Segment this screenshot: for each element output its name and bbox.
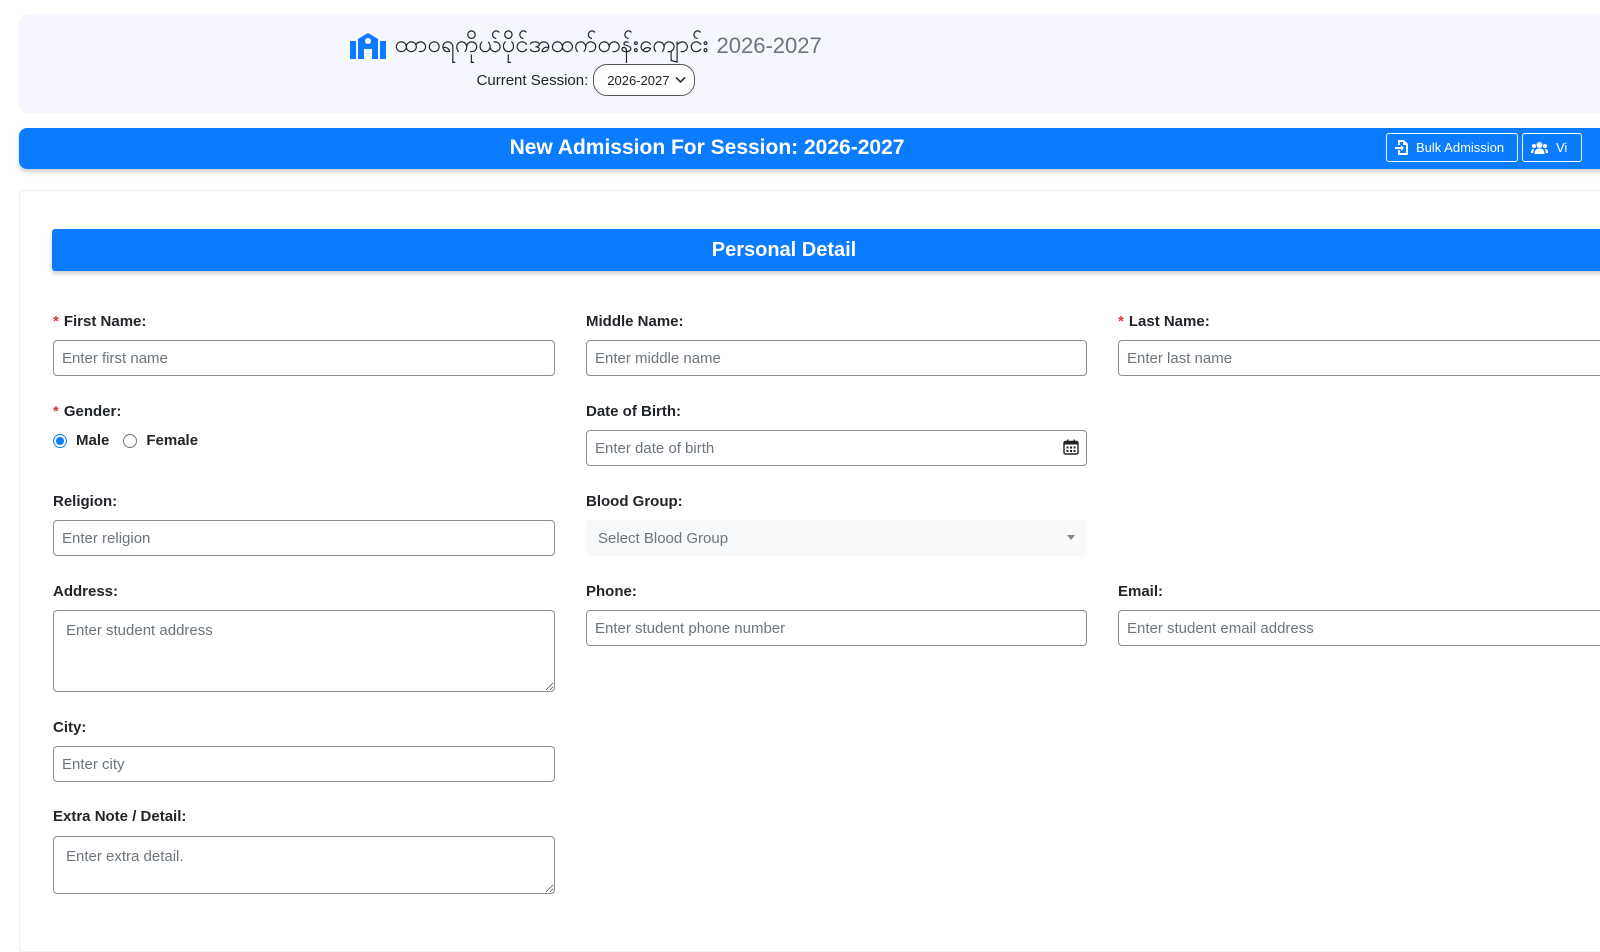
dob-input[interactable] <box>586 430 1087 466</box>
address-label: Address: <box>53 583 119 600</box>
last-name-label-text: Last Name: <box>1128 313 1210 330</box>
email-input[interactable] <box>1118 610 1600 646</box>
school-name: ထာဝရကိုယ်ပိုင်အထက်တန်းကျောင်း <box>394 30 709 58</box>
phone-input[interactable] <box>586 610 1087 646</box>
phone-label: Phone: <box>586 583 637 600</box>
religion-input[interactable] <box>53 520 555 556</box>
female-radio[interactable] <box>123 433 138 448</box>
first-name-label-text: First Name: <box>63 313 147 330</box>
section-title: Personal Detail <box>711 239 857 261</box>
last-name-label: * Last Name: <box>1118 313 1210 330</box>
session-select[interactable]: 2026-2027 <box>593 64 696 96</box>
male-label: Male <box>76 432 110 449</box>
middle-name-input[interactable] <box>586 340 1087 376</box>
session-select-value: 2026-2027 <box>607 72 670 88</box>
view-students-button[interactable]: Vi <box>1522 133 1582 162</box>
chevron-down-icon <box>675 76 687 84</box>
gender-female-option[interactable]: Female <box>123 432 198 449</box>
required-marker: * <box>53 403 59 420</box>
gender-radio-group: Male Female <box>53 432 212 449</box>
current-session-label: Current Session: <box>476 71 589 89</box>
required-marker: * <box>53 313 59 330</box>
city-label: City: <box>53 719 87 736</box>
gender-male-option[interactable]: Male <box>53 432 109 449</box>
view-students-label: Vi <box>1556 140 1568 155</box>
dob-label: Date of Birth: <box>586 403 681 420</box>
school-icon <box>350 33 387 59</box>
extra-note-label: Extra Note / Detail: <box>53 808 187 825</box>
bulk-admission-button[interactable]: Bulk Admission <box>1386 133 1518 162</box>
gender-label-text: Gender: <box>63 403 122 420</box>
middle-name-label: Middle Name: <box>586 313 684 330</box>
email-label: Email: <box>1118 583 1164 600</box>
calendar-icon[interactable] <box>1063 439 1079 455</box>
caret-down-icon <box>1067 535 1075 540</box>
required-marker: * <box>1118 313 1124 330</box>
personal-detail-section: Personal Detail <box>52 229 1600 271</box>
religion-label: Religion: <box>53 493 118 510</box>
gender-label: * Gender: <box>53 403 121 420</box>
school-title-row: ထာဝရကိုယ်ပိုင်အထက်တန်းကျောင်း 2026-2027 <box>0 28 1172 64</box>
male-radio[interactable] <box>53 433 67 448</box>
users-icon <box>1531 141 1548 154</box>
blood-group-placeholder: Select Blood Group <box>598 529 729 547</box>
blood-group-select[interactable]: Select Blood Group <box>586 520 1087 556</box>
city-input[interactable] <box>53 746 555 782</box>
admission-title: New Admission For Session: 2026-2027 <box>509 136 905 159</box>
extra-note-textarea[interactable] <box>53 836 555 894</box>
address-textarea[interactable] <box>53 610 555 692</box>
school-year: 2026-2027 <box>716 33 822 58</box>
female-label: Female <box>146 432 199 449</box>
session-row: Current Session: 2026-2027 <box>0 64 1172 96</box>
admission-bar: New Admission For Session: 2026-2027 Bul… <box>19 128 1600 169</box>
bulk-admission-label: Bulk Admission <box>1416 140 1505 155</box>
blood-group-label: Blood Group: <box>586 493 683 510</box>
first-name-input[interactable] <box>53 340 555 376</box>
last-name-input[interactable] <box>1118 340 1600 376</box>
file-import-icon <box>1395 140 1408 155</box>
first-name-label: * First Name: <box>53 313 146 330</box>
